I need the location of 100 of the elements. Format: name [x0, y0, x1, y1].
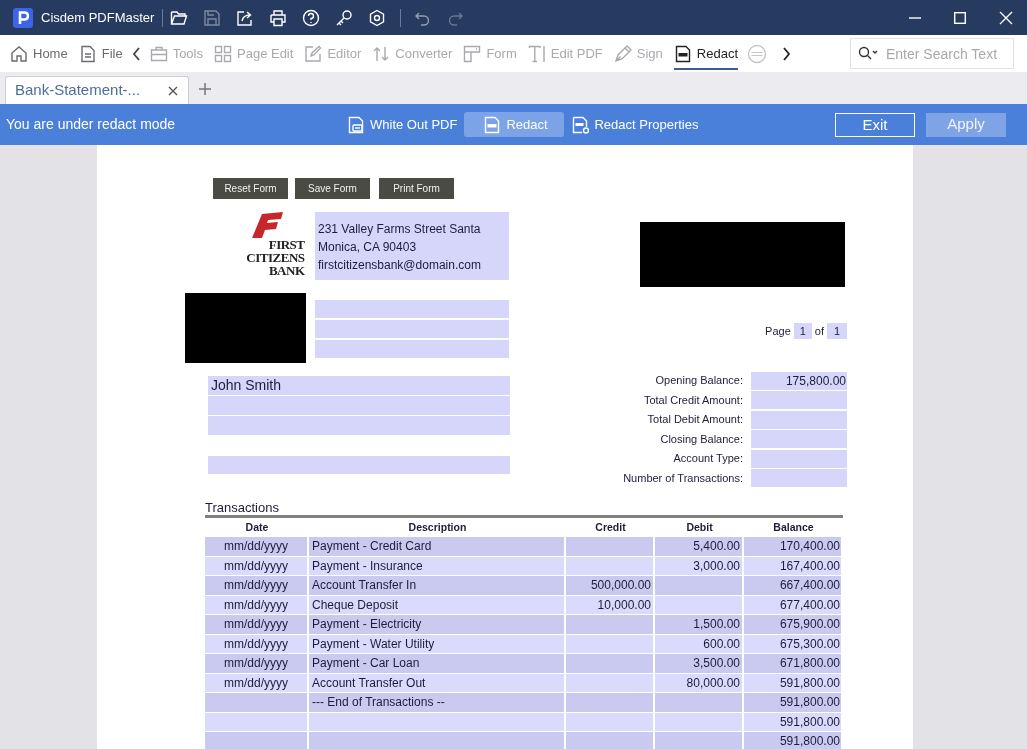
page-label: Page: [765, 324, 791, 339]
redact-tool-button[interactable]: White Out PDF: [344, 112, 461, 137]
home-icon: [10, 44, 28, 63]
convert-icon: [372, 44, 391, 63]
logo-text: BANK: [267, 264, 305, 277]
table-cell: 1,500.00: [655, 615, 744, 635]
logo-text: FIRST: [267, 238, 305, 251]
form-field[interactable]: [751, 391, 847, 409]
form-field[interactable]: [751, 410, 847, 429]
table-cell: mm/dd/yyyy: [205, 537, 309, 557]
table-cell: Payment - Water Utility: [309, 634, 566, 654]
add-tab-icon[interactable]: [198, 82, 212, 96]
table-cell: 3,000.00: [655, 556, 744, 576]
table-cell: 675,900.00: [744, 615, 843, 635]
window-title: Cisdem PDFMaster: [41, 8, 155, 27]
field-label: Closing Balance:: [659, 431, 743, 447]
toolbar-tab[interactable]: File: [78, 35, 123, 72]
form-field[interactable]: [751, 430, 847, 448]
action-button[interactable]: Exit: [835, 112, 915, 137]
table-cell: mm/dd/yyyy: [205, 615, 309, 635]
field-label: Total Debit Amount:: [646, 412, 743, 428]
table-cell: Payment - Insurance: [309, 556, 566, 576]
form-field[interactable]: 1: [827, 323, 847, 340]
chevron-right-icon[interactable]: [781, 46, 791, 61]
table-cell: mm/dd/yyyy: [205, 673, 309, 693]
table-cell: Payment - Electricity: [309, 615, 566, 635]
table-cell: 591,800.00: [744, 693, 843, 713]
whiteout-icon: [347, 115, 365, 134]
form-button[interactable]: Save Form: [295, 178, 370, 199]
page-label: of: [814, 324, 824, 339]
address-field[interactable]: 231 Valley Farms Street Santa Monica, CA 90403 firstcitizensbank@domain.com: [315, 212, 509, 280]
table-cell: 677,400.00: [744, 595, 843, 615]
table-cell: mm/dd/yyyy: [205, 576, 309, 596]
form-field[interactable]: John Smith: [208, 376, 510, 395]
table-cell: 5,400.00: [655, 537, 744, 557]
search-field[interactable]: Enter Search Text: [850, 38, 1014, 69]
open-folder-icon[interactable]: [170, 8, 189, 27]
form-field[interactable]: [315, 340, 509, 358]
file-icon: [78, 44, 97, 63]
settings-icon[interactable]: [368, 8, 387, 27]
table-cell: 591,800.00: [744, 712, 843, 732]
field-label: Opening Balance:: [654, 373, 743, 389]
table-cell: 671,800.00: [744, 654, 843, 674]
form-field[interactable]: [315, 320, 509, 338]
table-cell: Cheque Deposit: [309, 595, 566, 615]
redact-tool-button[interactable]: Redact Properties: [568, 112, 702, 137]
table-cell: --- End of Transactions --: [309, 693, 566, 713]
search-icon: [858, 46, 878, 60]
table-cell: 591,800.00: [744, 732, 843, 749]
close-icon[interactable]: [168, 85, 178, 96]
column-header: Balance: [772, 519, 815, 535]
table-cell: 591,800.00: [744, 673, 843, 693]
share-icon[interactable]: [236, 8, 255, 27]
field-label: Account Type:: [672, 451, 743, 467]
form-field[interactable]: 1: [793, 323, 812, 340]
table-cell: mm/dd/yyyy: [205, 654, 309, 674]
redact-icon: [673, 44, 692, 63]
ocr-icon[interactable]: [747, 43, 767, 64]
form-button[interactable]: Print Form: [379, 178, 454, 199]
table-cell: 667,400.00: [744, 576, 843, 596]
table-cell: 3,500.00: [655, 654, 744, 674]
edit-icon: [304, 44, 323, 63]
form-field[interactable]: [315, 300, 509, 318]
table-cell: 10,000.00: [566, 595, 655, 615]
table-cell: 600.00: [655, 634, 744, 654]
form-field[interactable]: [751, 469, 847, 487]
field-label: Number of Transactions:: [622, 470, 743, 486]
column-header: Credit: [594, 519, 627, 535]
column-header: Date: [244, 519, 270, 535]
table-cell: mm/dd/yyyy: [205, 634, 309, 654]
form-field[interactable]: [208, 456, 510, 474]
section-title: Transactions: [205, 500, 843, 518]
form-button[interactable]: Reset Form: [213, 178, 288, 199]
form-field[interactable]: [751, 449, 847, 468]
chevron-left-icon[interactable]: [131, 46, 142, 61]
column-header: Description: [407, 519, 468, 535]
mode-message: You are under redact mode: [6, 115, 177, 134]
table-cell: 80,000.00: [655, 673, 744, 693]
document-tab[interactable]: Bank-Statement-...: [5, 76, 189, 104]
form-icon: [463, 44, 482, 63]
logo-text: CITIZENS: [246, 251, 305, 264]
toolbar-tab[interactable]: Home: [10, 35, 68, 72]
help-icon[interactable]: [302, 8, 321, 27]
table-cell: Account Transfer Out: [309, 673, 566, 693]
redact-settings-icon: [571, 115, 590, 134]
print-icon[interactable]: [269, 8, 288, 27]
column-header: Debit: [685, 519, 714, 535]
form-field[interactable]: 175,800.00: [751, 371, 847, 390]
table-cell: 167,400.00: [744, 556, 843, 576]
form-field[interactable]: [208, 396, 510, 415]
grid-icon: [214, 44, 232, 63]
redact-icon: [483, 115, 502, 134]
toolbox-icon: [149, 44, 168, 63]
table-cell: Payment - Credit Card: [309, 537, 566, 557]
form-field[interactable]: [208, 416, 510, 435]
field-label: Total Credit Amount:: [642, 392, 743, 408]
table-cell: mm/dd/yyyy: [205, 556, 309, 576]
maximize-icon[interactable]: [954, 11, 966, 24]
key-icon[interactable]: [335, 8, 354, 27]
toolbar-tab[interactable]: Redact: [673, 35, 738, 72]
